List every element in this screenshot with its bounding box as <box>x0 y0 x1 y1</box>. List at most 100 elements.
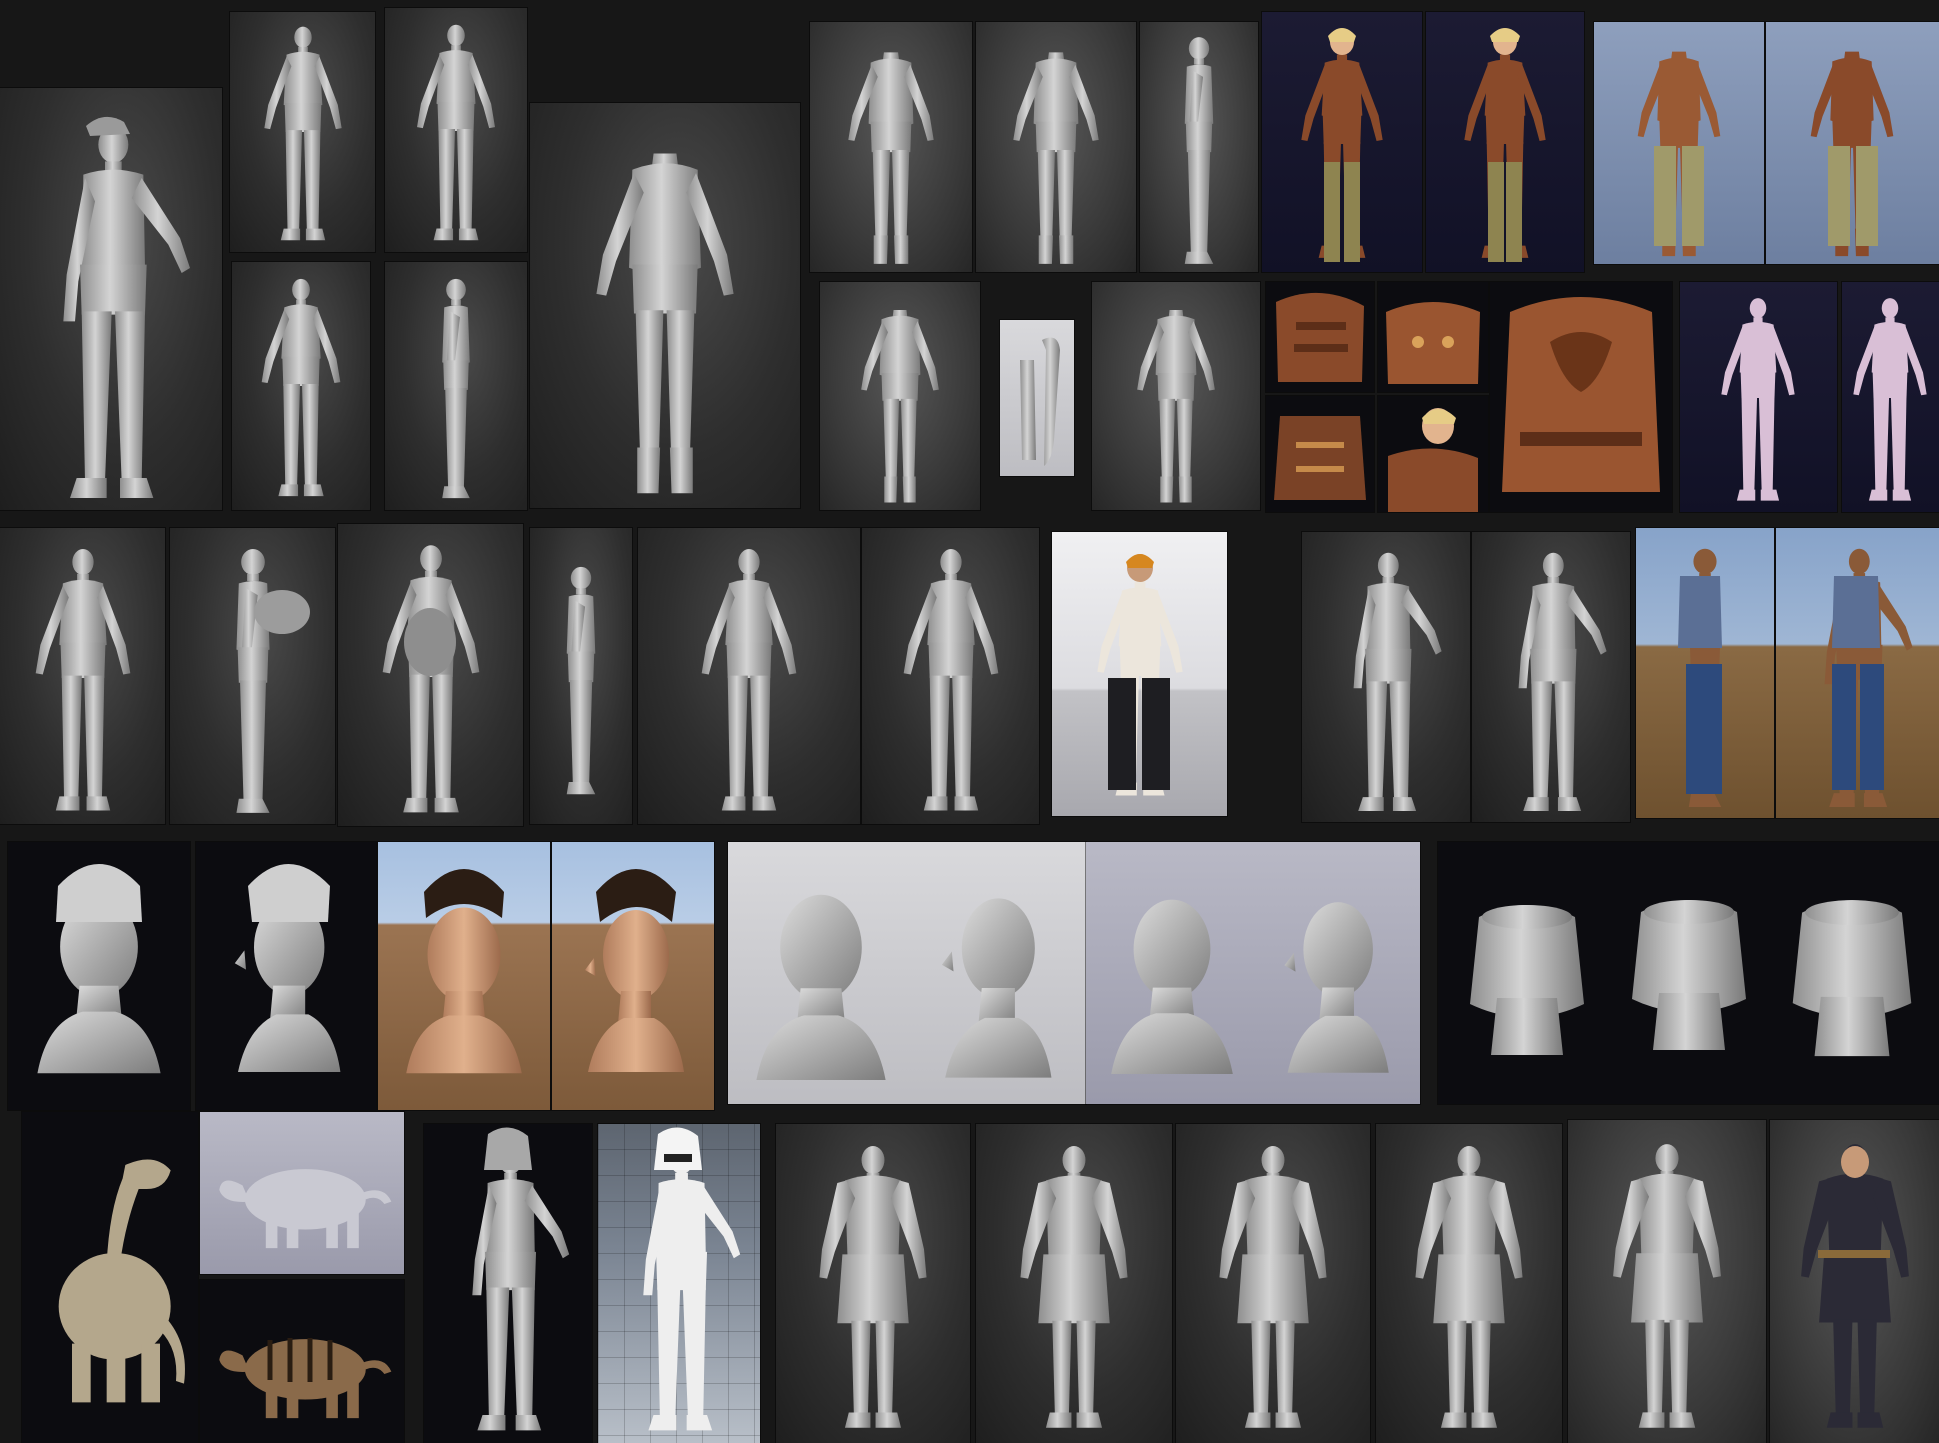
pink-clay-girl-back-tile[interactable] <box>1842 282 1939 512</box>
clay-hoodie-man-side-figure <box>236 549 310 813</box>
clay-outfit-back-figure <box>861 310 939 503</box>
dagger-sheath-prop <box>1020 337 1060 466</box>
clay-man-back-figure <box>261 278 341 497</box>
pink-clay-girl-front-figure <box>1721 298 1795 501</box>
steampunk-girl-side-figure <box>1464 28 1546 262</box>
clay-warrior-long-hair-front-tile[interactable] <box>976 1124 1172 1443</box>
clay-man-front-figure <box>264 26 342 241</box>
clay-outfit-profile-view-tile[interactable] <box>1140 22 1258 272</box>
clay-hoodie-man-back-figure <box>382 545 480 813</box>
snowtrooper-clay-figure <box>472 1127 570 1431</box>
clay-warrior-three-quarter-figure <box>1219 1146 1327 1428</box>
leather-detail-closeup-2-tile[interactable] <box>1378 282 1488 392</box>
clay-outfit-back-view-tile[interactable] <box>820 282 980 510</box>
clay-vest-man-front-tile[interactable] <box>1302 532 1470 822</box>
clay-beanie-man-three-quarter-tile[interactable] <box>862 528 1039 824</box>
textured-dark-armor-warrior-tile[interactable] <box>1770 1120 1939 1443</box>
leather-jacket-back-closeup-tile[interactable] <box>1490 282 1672 512</box>
snowtrooper-textured-figure <box>643 1127 741 1431</box>
textured-zebra-creature-tile[interactable] <box>200 1280 404 1443</box>
textured-child-head-front-tile[interactable] <box>378 842 550 1110</box>
leather-detail-closeup-4-tile[interactable] <box>1378 396 1488 512</box>
clay-man-back-view-tile[interactable] <box>232 262 370 510</box>
clay-child-bust-front <box>37 864 161 1074</box>
clay-man-profile-view-tile[interactable] <box>385 262 527 510</box>
clay-warrior-side-figure <box>1415 1146 1523 1428</box>
clay-beanie-man-side-tile[interactable] <box>530 528 632 824</box>
textured-outfit-front-blue-tile[interactable] <box>1766 22 1939 264</box>
textured-steampunk-girl-side-tile[interactable] <box>1426 12 1584 272</box>
textured-outfit-front-figure <box>1810 51 1894 257</box>
textured-vest-man-side-tile[interactable] <box>1636 528 1774 818</box>
leather-closeup-1 <box>1276 292 1364 382</box>
clay-warrior-long-hair-front-figure <box>1020 1146 1128 1428</box>
clay-outfit-three-quarter-tile[interactable] <box>1092 282 1260 510</box>
clay-man-cap-figure <box>63 116 191 498</box>
clay-child-head-side-tile[interactable] <box>196 842 376 1110</box>
textured-beanie-man-studio-tile[interactable] <box>1052 532 1227 816</box>
clay-hoodie-man-front-figure <box>35 549 131 811</box>
clay-man-side-view-tile[interactable] <box>385 8 527 252</box>
textured-dark-armor-warrior-figure <box>1801 1144 1909 1428</box>
clay-outfit-front-view-tile[interactable] <box>976 22 1136 272</box>
clay-backpack-props-tile[interactable] <box>1438 842 1939 1104</box>
zebra-creature-textured <box>219 1338 392 1419</box>
clay-man-head-busts-tile[interactable] <box>728 842 1086 1104</box>
clay-warrior-long-hair-side-tile[interactable] <box>1376 1124 1562 1443</box>
textured-outfit-back-blue-tile[interactable] <box>1594 22 1764 264</box>
clay-beanie-man-front-tile[interactable] <box>638 528 860 824</box>
clay-warrior-long-hair-three-quarter-tile[interactable] <box>1176 1124 1370 1443</box>
textured-child-bust-front <box>406 869 522 1074</box>
leather-detail-closeup-1-tile[interactable] <box>1266 282 1374 392</box>
clay-woman-head-busts-tile[interactable] <box>1086 842 1420 1104</box>
leather-detail-closeup-3-tile[interactable] <box>1266 396 1374 512</box>
clay-beanie-man-side-figure <box>566 566 596 795</box>
clay-woman-head-busts <box>1111 899 1389 1074</box>
clay-outfit-front-figure <box>1013 52 1099 264</box>
clay-beanie-man-front-figure <box>701 549 797 811</box>
clay-corset-outfit-figure <box>596 153 734 494</box>
clay-man-side-figure <box>417 24 495 241</box>
textured-vest-man-front-figure <box>1824 548 1913 808</box>
clay-man-front-view-tile[interactable] <box>230 12 375 252</box>
leather-closeup-2 <box>1386 302 1480 384</box>
textured-vest-man-front-tile[interactable] <box>1776 528 1939 818</box>
clay-sculpt-man-cap-front-tile[interactable] <box>0 88 222 510</box>
textured-beanie-man-figure <box>1097 554 1183 796</box>
clay-hoodie-man-front-tile[interactable] <box>0 528 165 824</box>
leather-closeup-4 <box>1388 408 1478 512</box>
pink-clay-girl-front-tile[interactable] <box>1680 282 1837 512</box>
clay-dagger-sheath-tile[interactable] <box>1000 320 1074 476</box>
leather-jacket-back-closeup <box>1502 297 1660 492</box>
clay-orc-warrior-figure <box>1613 1144 1721 1428</box>
clay-outfit-side-view-tile[interactable] <box>810 22 972 272</box>
clay-snowtrooper-tile[interactable] <box>424 1124 592 1443</box>
clay-orc-warrior-tile[interactable] <box>1568 1120 1766 1443</box>
clay-hoodie-man-back-tile[interactable] <box>338 524 523 826</box>
steampunk-girl-front-figure <box>1301 28 1383 262</box>
clay-backpack-props <box>1470 900 1912 1057</box>
clay-warrior-helmet-figure <box>819 1146 927 1428</box>
pink-clay-girl-back-figure <box>1853 298 1927 501</box>
rhino-creature-sculpt <box>219 1169 392 1249</box>
textured-snowtrooper-tile[interactable] <box>598 1124 760 1443</box>
clay-corset-outfit-large-tile[interactable] <box>530 103 800 508</box>
clay-outfit-profile-figure <box>1184 37 1214 264</box>
clay-outfit-side-figure <box>848 52 934 264</box>
clay-vest-man-three-quarter-figure <box>1518 552 1607 812</box>
clay-child-bust-side <box>234 864 341 1072</box>
clay-beanie-man-three-quarter-figure <box>903 549 999 811</box>
clay-rhino-creature-tile[interactable] <box>200 1112 404 1274</box>
clay-dino-creature-tile[interactable] <box>22 1112 198 1443</box>
textured-child-head-side-tile[interactable] <box>552 842 714 1110</box>
leather-closeup-3 <box>1274 416 1366 500</box>
dino-creature-sculpt <box>58 1159 185 1403</box>
clay-man-head-busts <box>756 894 1052 1080</box>
clay-vest-man-three-quarter-tile[interactable] <box>1472 532 1630 822</box>
clay-child-head-front-tile[interactable] <box>8 842 190 1110</box>
textured-vest-man-side-figure <box>1678 548 1722 808</box>
clay-warrior-helmet-tile[interactable] <box>776 1124 970 1443</box>
clay-hoodie-man-side-sack-tile[interactable] <box>170 528 335 824</box>
textured-steampunk-girl-front-tile[interactable] <box>1262 12 1422 272</box>
textured-child-bust-side <box>585 869 684 1072</box>
